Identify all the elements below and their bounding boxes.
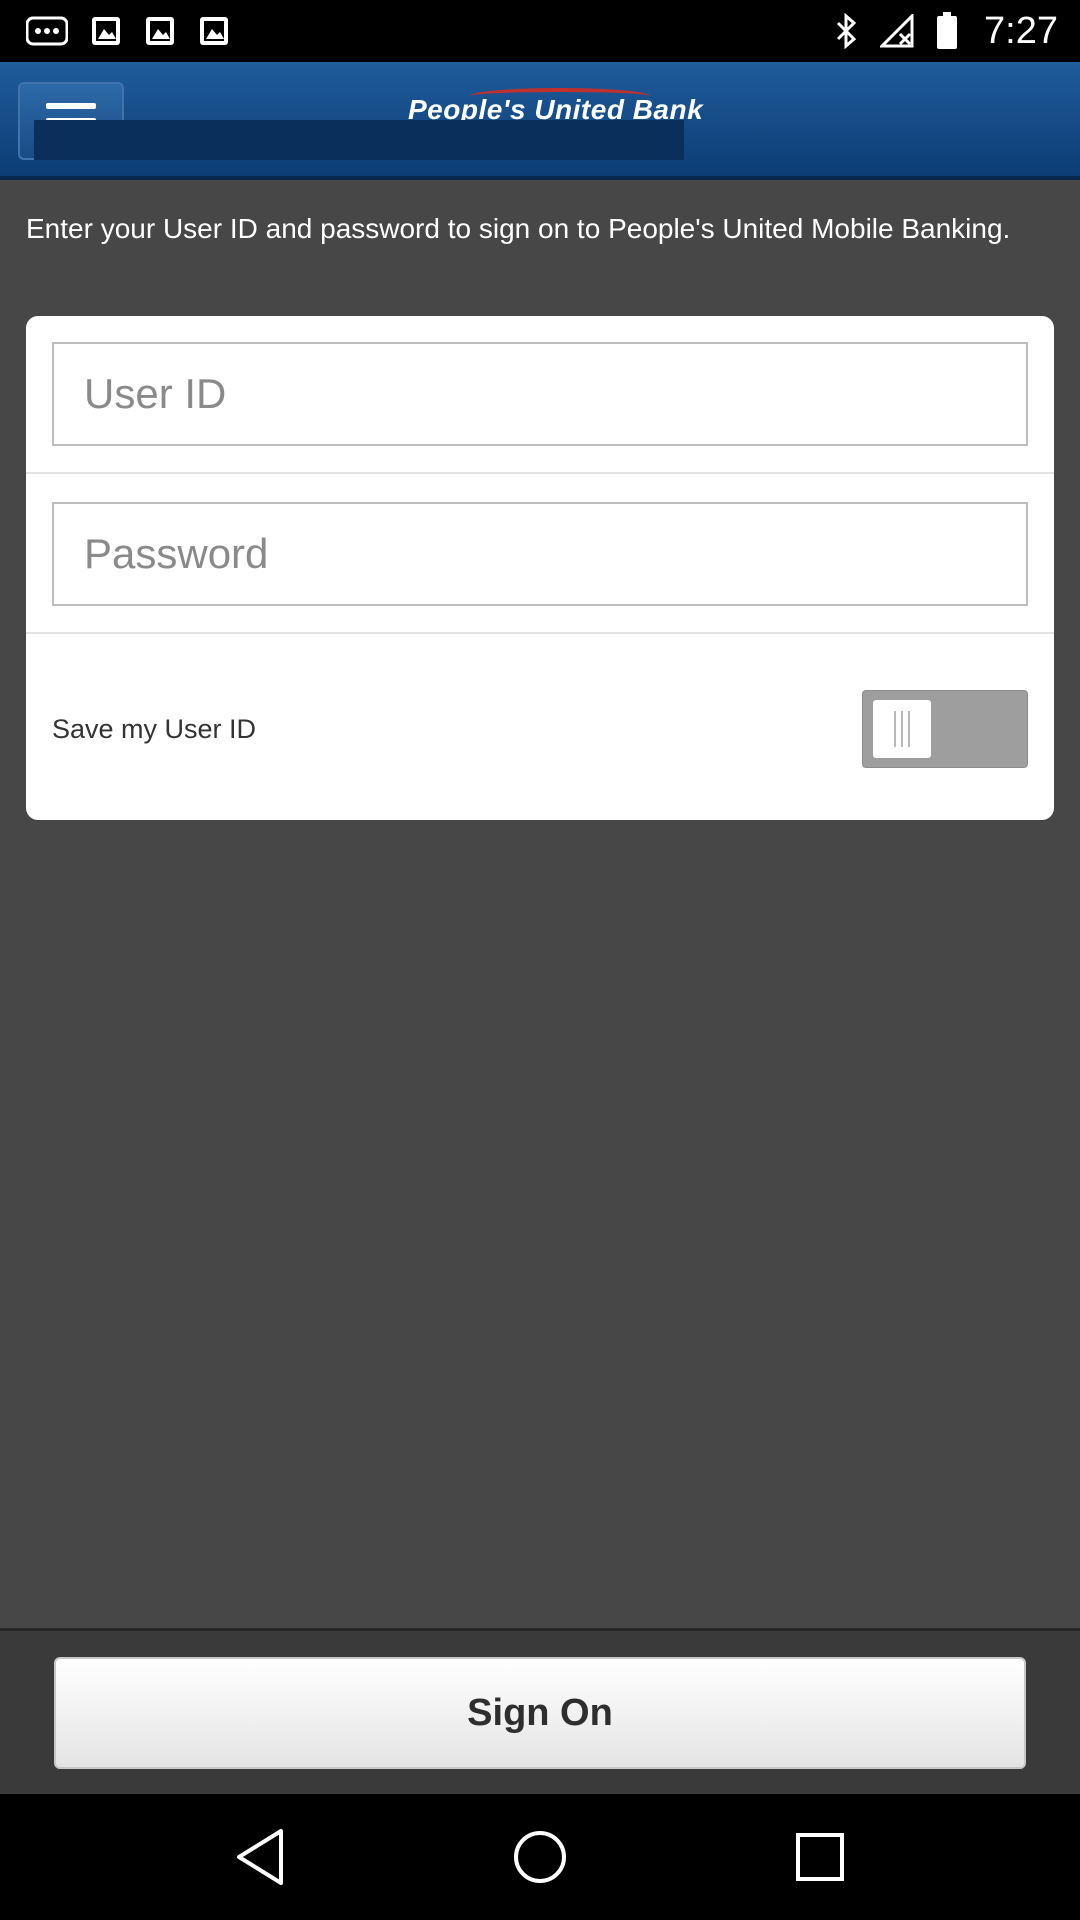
- image-icon: [198, 15, 230, 47]
- back-button[interactable]: [220, 1817, 300, 1897]
- image-icon: [144, 15, 176, 47]
- status-left: [26, 15, 230, 47]
- save-user-id-label: Save my User ID: [52, 714, 257, 744]
- image-icon: [90, 15, 122, 47]
- user-id-field[interactable]: [52, 342, 1028, 446]
- bluetooth-icon: [834, 13, 858, 49]
- grip-line: [908, 711, 910, 747]
- password-input[interactable]: [84, 504, 1026, 604]
- battery-icon: [936, 12, 958, 50]
- bottom-bar: Sign On: [0, 1628, 1080, 1794]
- main-content: Enter your User ID and password to sign …: [0, 180, 1080, 1628]
- recents-icon: [796, 1833, 844, 1881]
- grip-line: [901, 711, 903, 747]
- home-button[interactable]: [500, 1817, 580, 1897]
- home-icon: [514, 1831, 566, 1883]
- grip-line: [894, 711, 896, 747]
- sign-on-button[interactable]: Sign On: [54, 1657, 1026, 1769]
- menu-icon: [46, 103, 96, 109]
- toggle-knob[interactable]: [873, 700, 931, 758]
- recents-button[interactable]: [780, 1817, 860, 1897]
- screen: 7:27 People's United Bank Enter your Use…: [0, 0, 1080, 1920]
- back-icon: [237, 1829, 283, 1885]
- app-header: People's United Bank: [0, 62, 1080, 180]
- sign-on-form: Save my User ID: [26, 316, 1054, 820]
- save-user-id-toggle[interactable]: [862, 690, 1028, 768]
- user-id-input[interactable]: [84, 344, 1026, 444]
- status-bar: 7:27: [0, 0, 1080, 62]
- status-time: 7:27: [984, 9, 1058, 52]
- nav-bar: [0, 1794, 1080, 1920]
- signal-off-icon: [880, 14, 914, 48]
- intro-text: Enter your User ID and password to sign …: [26, 213, 1011, 244]
- header-overlay-bar: [34, 120, 684, 160]
- divider: [26, 632, 1054, 634]
- status-right: 7:27: [834, 10, 1058, 53]
- divider: [26, 472, 1054, 474]
- password-field[interactable]: [52, 502, 1028, 606]
- more-icon: [26, 16, 68, 46]
